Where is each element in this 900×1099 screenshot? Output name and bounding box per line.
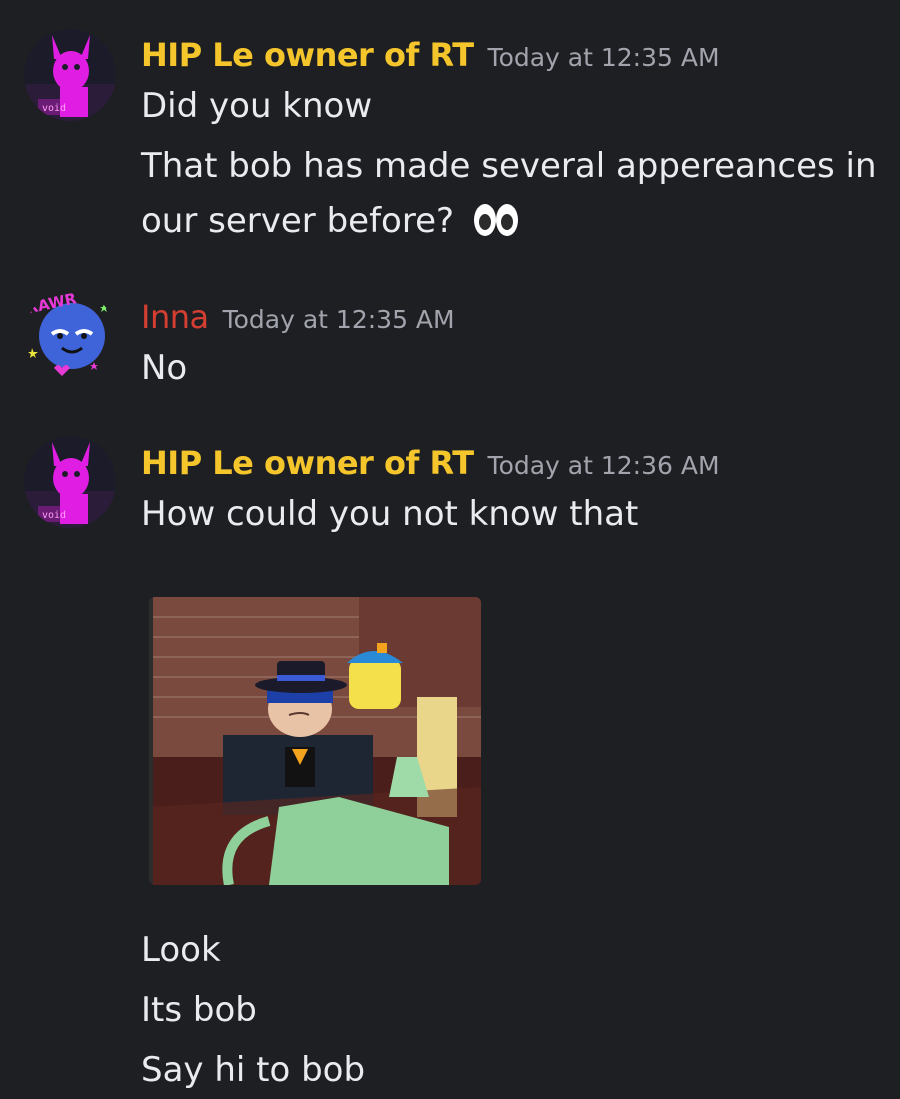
username-inna[interactable]: Inna bbox=[141, 298, 209, 336]
message-line-text: our server before? bbox=[141, 201, 455, 241]
username-hip[interactable]: HIP Le owner of RT bbox=[141, 444, 474, 482]
eyes-emoji-icon bbox=[473, 204, 518, 236]
message-header: Inna Today at 12:35 AM bbox=[141, 298, 455, 336]
avatar-void-text: void bbox=[42, 510, 66, 521]
user-avatar-hip[interactable]: void bbox=[24, 436, 116, 528]
message-line: Say hi to bob bbox=[141, 1050, 366, 1090]
avatar-void-text: void bbox=[42, 103, 66, 114]
image-attachment[interactable] bbox=[149, 597, 481, 885]
user-avatar-hip[interactable]: void bbox=[24, 29, 116, 121]
message-line: No bbox=[141, 348, 188, 388]
message-header: HIP Le owner of RT Today at 12:36 AM bbox=[141, 444, 720, 482]
pink-bunny-void-avatar-icon: void bbox=[24, 436, 116, 528]
message-timestamp: Today at 12:36 AM bbox=[487, 451, 720, 480]
message-timestamp: Today at 12:35 AM bbox=[487, 43, 720, 72]
message-line: Did you know bbox=[141, 86, 373, 126]
roblox-bob-screenshot-image bbox=[149, 597, 481, 885]
user-avatar-inna[interactable]: RAWR bbox=[24, 290, 116, 382]
message-header: HIP Le owner of RT Today at 12:35 AM bbox=[141, 36, 720, 74]
message-line: Look bbox=[141, 930, 221, 970]
message-line: That bob has made several appereances in bbox=[141, 146, 877, 186]
pink-bunny-void-avatar-icon: void bbox=[24, 29, 116, 121]
blue-face-rawr-sticker-avatar-icon: RAWR bbox=[24, 290, 116, 382]
message-line-with-emoji: our server before? bbox=[141, 200, 521, 241]
message-line: How could you not know that bbox=[141, 494, 639, 534]
username-hip[interactable]: HIP Le owner of RT bbox=[141, 36, 474, 74]
message-timestamp: Today at 12:35 AM bbox=[222, 305, 455, 334]
message-line: Its bob bbox=[141, 990, 257, 1030]
